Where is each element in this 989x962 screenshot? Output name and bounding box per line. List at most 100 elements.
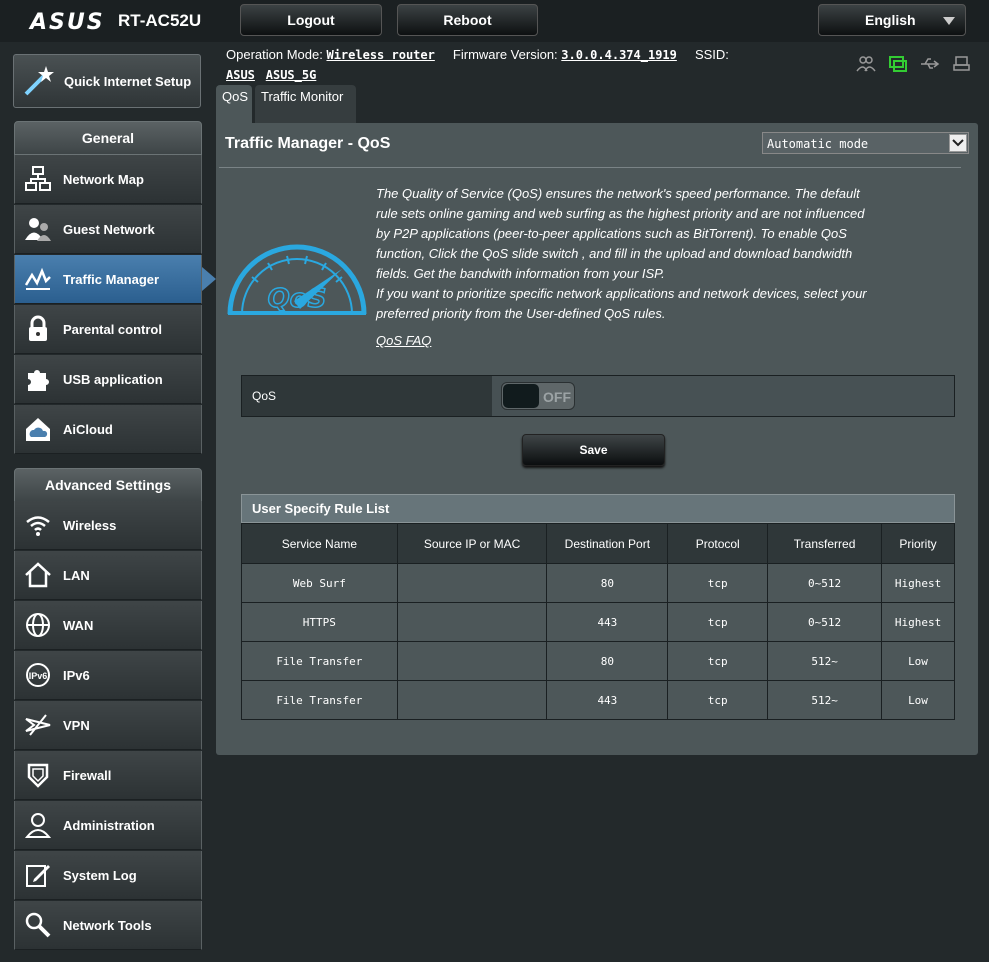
ssid-link-2[interactable]: ASUS_5G	[266, 68, 317, 82]
cell-priority: Low	[881, 680, 955, 720]
sidebar-item-label: System Log	[63, 867, 137, 883]
internet-status-icon[interactable]	[888, 55, 908, 73]
cell-priority: Highest	[881, 602, 955, 642]
general-header: General	[14, 121, 202, 155]
puzzle-icon	[23, 364, 53, 394]
sidebar-item-vpn[interactable]: VPN	[14, 701, 202, 750]
divider	[219, 167, 961, 168]
cell-source	[396, 563, 548, 603]
quick-internet-setup-button[interactable]: Quick Internet Setup	[13, 54, 201, 108]
clients-icon[interactable]	[856, 55, 876, 73]
cell-protocol: tcp	[667, 563, 769, 603]
sidebar-item-label: AiCloud	[63, 421, 113, 437]
sidebar-item-aicloud[interactable]: AiCloud	[14, 405, 202, 454]
table-header-row: Service Name Source IP or MAC Destinatio…	[241, 523, 955, 564]
description-text: The Quality of Service (QoS) ensures the…	[376, 186, 865, 281]
sidebar-item-label: Network Map	[63, 171, 144, 187]
sidebar-item-usb-application[interactable]: USB application	[14, 355, 202, 404]
qos-faq-link[interactable]: QoS FAQ	[376, 333, 431, 348]
qos-logo-text: QoS	[268, 284, 327, 314]
ssid-label: SSID:	[694, 47, 729, 62]
language-label: English	[865, 12, 916, 28]
sidebar-item-firewall[interactable]: Firewall	[14, 751, 202, 800]
cell-port: 80	[546, 641, 669, 681]
ssid-link-1[interactable]: ASUS	[226, 68, 255, 82]
cell-protocol: tcp	[667, 680, 769, 720]
qos-mode-select[interactable]: Automatic mode	[762, 132, 969, 154]
sidebar-item-label: Network Tools	[63, 917, 152, 933]
sidebar-item-label: WAN	[63, 617, 94, 633]
cell-service-name: Web Surf	[241, 563, 398, 603]
guest-network-icon	[23, 214, 53, 244]
cell-source	[396, 641, 548, 681]
ssid-list: ASUS ASUS_5G	[226, 67, 316, 82]
sidebar-item-guest-network[interactable]: Guest Network	[14, 205, 202, 254]
qos-toggle[interactable]: OFF	[501, 382, 575, 410]
cell-source	[396, 680, 548, 720]
shield-icon	[23, 760, 53, 790]
toggle-state: OFF	[543, 389, 571, 405]
cell-source	[396, 602, 548, 642]
column-header: Protocol	[667, 523, 769, 564]
description-text-2: If you want to prioritize specific netwo…	[376, 286, 867, 321]
sidebar-item-label: Guest Network	[63, 221, 155, 237]
sidebar-item-network-tools[interactable]: Network Tools	[14, 901, 202, 950]
sidebar-item-network-map[interactable]: Network Map	[14, 155, 202, 204]
sidebar-item-label: Wireless	[63, 517, 117, 533]
sidebar-item-administration[interactable]: Administration	[14, 801, 202, 850]
qos-label: QoS	[242, 376, 492, 416]
tools-icon	[23, 910, 53, 940]
cell-port: 80	[546, 563, 669, 603]
wifi-icon	[23, 510, 53, 540]
sidebar-item-label: IPv6	[63, 667, 90, 683]
sidebar-item-lan[interactable]: LAN	[14, 551, 202, 600]
cell-priority: Low	[881, 641, 955, 681]
status-info: Operation Mode: Wireless router Firmware…	[226, 47, 729, 62]
cell-port: 443	[546, 602, 669, 642]
cell-service-name: File Transfer	[241, 641, 398, 681]
logout-button[interactable]: Logout	[240, 4, 382, 36]
cell-service-name: File Transfer	[241, 680, 398, 720]
globe-icon	[23, 610, 53, 640]
network-map-icon	[23, 164, 53, 194]
table-row: HTTPS 443 tcp 0~512 Highest	[241, 602, 955, 642]
sidebar-item-system-log[interactable]: System Log	[14, 851, 202, 900]
column-header: Priority	[881, 523, 955, 564]
tab-traffic-monitor[interactable]: Traffic Monitor	[255, 85, 356, 123]
sidebar-item-ipv6[interactable]: IPv6 IPv6	[14, 651, 202, 700]
cloud-icon	[23, 414, 53, 444]
ipv6-icon: IPv6	[23, 660, 53, 690]
sidebar-item-wireless[interactable]: Wireless	[14, 501, 202, 550]
sidebar-item-label: Administration	[63, 817, 155, 833]
qos-speedometer-icon: QoS	[224, 229, 370, 322]
sidebar-item-label: LAN	[63, 567, 90, 583]
cell-port: 443	[546, 680, 669, 720]
firmware-link[interactable]: 3.0.0.4.374_1919	[561, 48, 677, 62]
status-icons	[856, 55, 972, 73]
rule-table: Service Name Source IP or MAC Destinatio…	[241, 523, 955, 720]
qos-setting-row: QoS OFF	[241, 375, 955, 417]
asus-logo: ASUS	[30, 10, 105, 35]
language-select[interactable]: English	[818, 4, 966, 36]
svg-text:IPv6: IPv6	[29, 671, 48, 681]
page-title: Traffic Manager - QoS	[225, 135, 391, 152]
reboot-button[interactable]: Reboot	[397, 4, 538, 36]
column-header: Destination Port	[546, 523, 669, 564]
table-row: Web Surf 80 tcp 0~512 Highest	[241, 563, 955, 603]
usb-icon[interactable]	[920, 55, 940, 73]
vpn-icon	[23, 710, 53, 740]
advanced-settings-header: Advanced Settings	[14, 468, 202, 502]
toggle-knob	[503, 384, 539, 408]
tab-qos[interactable]: QoS	[216, 85, 252, 123]
printer-icon[interactable]	[952, 55, 972, 73]
qis-label: Quick Internet Setup	[64, 73, 192, 89]
table-row: File Transfer 443 tcp 512~ Low	[241, 680, 955, 720]
save-button[interactable]: Save	[522, 434, 665, 466]
sidebar-item-wan[interactable]: WAN	[14, 601, 202, 650]
sidebar-item-label: USB application	[63, 371, 163, 387]
sidebar-item-label: Traffic Manager	[63, 271, 160, 287]
sidebar-item-parental-control[interactable]: Parental control	[14, 305, 202, 354]
sidebar-item-traffic-manager[interactable]: Traffic Manager	[14, 255, 202, 304]
op-mode-link[interactable]: Wireless router	[326, 48, 434, 62]
cell-transferred: 512~	[767, 680, 883, 720]
